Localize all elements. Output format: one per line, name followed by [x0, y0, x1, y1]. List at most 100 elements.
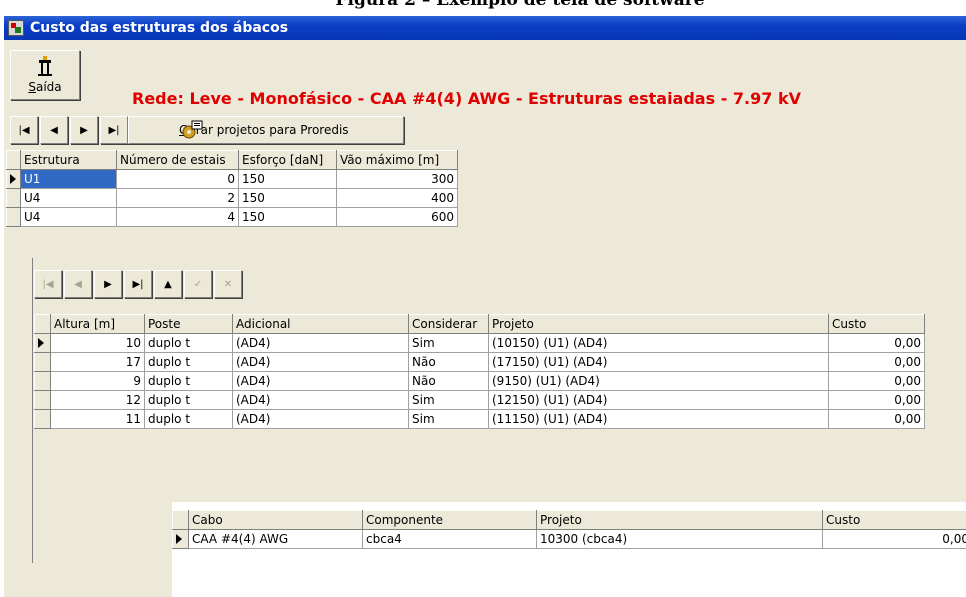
next-record-button[interactable]: ▶	[94, 270, 122, 298]
exit-button[interactable]: Saída	[10, 50, 80, 100]
table-row[interactable]: U1 0 150 300	[6, 169, 458, 189]
next-record-icon: ▶	[80, 124, 88, 136]
generate-projects-button[interactable]: Gerar projetos para Proredis	[128, 116, 404, 144]
table-cell[interactable]: 10	[50, 333, 145, 353]
column-header[interactable]: Cabo	[188, 510, 363, 530]
table-cell[interactable]: (10150) (U1) (AD4)	[488, 333, 829, 353]
table-cell[interactable]: 11	[50, 409, 145, 429]
column-header[interactable]: Vão máximo [m]	[336, 150, 458, 170]
first-record-button[interactable]: |◀	[34, 270, 62, 298]
column-header[interactable]: Adicional	[232, 314, 409, 334]
row-indicator[interactable]	[34, 371, 51, 391]
heights-grid[interactable]: Altura [m] Poste Adicional Considerar Pr…	[34, 314, 925, 429]
column-header[interactable]: Esforço [daN]	[238, 150, 337, 170]
table-cell[interactable]: duplo t	[144, 333, 233, 353]
table-cell[interactable]: 0,00	[828, 409, 925, 429]
table-cell[interactable]: 2	[116, 188, 239, 208]
table-cell[interactable]: CAA #4(4) AWG	[188, 529, 363, 549]
table-cell[interactable]: 10300 (cbca4)	[536, 529, 823, 549]
column-header[interactable]: Poste	[144, 314, 233, 334]
table-cell[interactable]: (AD4)	[232, 371, 409, 391]
table-cell[interactable]: Não	[408, 371, 489, 391]
table-cell[interactable]: 0,00	[828, 390, 925, 410]
table-cell[interactable]: (AD4)	[232, 333, 409, 353]
column-header[interactable]: Projeto	[536, 510, 823, 530]
last-record-button[interactable]: ▶|	[100, 116, 128, 144]
first-record-icon: |◀	[42, 278, 54, 290]
row-indicator[interactable]	[6, 188, 21, 208]
table-cell[interactable]: 0,00	[828, 352, 925, 372]
table-row[interactable]: 11 duplo t (AD4) Sim (11150) (U1) (AD4) …	[34, 409, 925, 429]
table-cell[interactable]: (AD4)	[232, 390, 409, 410]
table-cell[interactable]: 300	[336, 169, 458, 189]
row-indicator[interactable]	[34, 352, 51, 372]
column-header[interactable]: Número de estais	[116, 150, 239, 170]
table-row[interactable]: 10 duplo t (AD4) Sim (10150) (U1) (AD4) …	[34, 333, 925, 353]
window-titlebar[interactable]: Custo das estruturas dos ábacos	[4, 16, 966, 40]
table-cell[interactable]: duplo t	[144, 371, 233, 391]
row-indicator[interactable]	[34, 409, 51, 429]
table-cell[interactable]: duplo t	[144, 390, 233, 410]
table-cell[interactable]: 17	[50, 352, 145, 372]
table-row[interactable]: 17 duplo t (AD4) Não (17150) (U1) (AD4) …	[34, 352, 925, 372]
first-record-button[interactable]: |◀	[10, 116, 38, 144]
table-row[interactable]: 9 duplo t (AD4) Não (9150) (U1) (AD4) 0,…	[34, 371, 925, 391]
row-indicator[interactable]	[6, 207, 21, 227]
table-cell[interactable]: (11150) (U1) (AD4)	[488, 409, 829, 429]
table-row[interactable]: U4 4 150 600	[6, 207, 458, 227]
table-cell[interactable]: (AD4)	[232, 352, 409, 372]
last-record-button[interactable]: ▶|	[124, 270, 152, 298]
table-cell-selected[interactable]: U1	[20, 169, 117, 189]
column-header[interactable]: Projeto	[488, 314, 829, 334]
structures-grid[interactable]: Estrutura Número de estais Esforço [daN]…	[6, 150, 458, 227]
table-cell[interactable]: 0,00	[822, 529, 966, 549]
table-cell[interactable]: (12150) (U1) (AD4)	[488, 390, 829, 410]
table-cell[interactable]: 0,00	[828, 371, 925, 391]
table-row[interactable]: CAA #4(4) AWG cbca4 10300 (cbca4) 0,00	[172, 529, 966, 549]
table-cell[interactable]: 0,00	[828, 333, 925, 353]
table-cell[interactable]: 600	[336, 207, 458, 227]
table-cell[interactable]: 150	[238, 207, 337, 227]
table-cell[interactable]: 150	[238, 188, 337, 208]
table-cell[interactable]: 12	[50, 390, 145, 410]
column-header[interactable]: Estrutura	[20, 150, 117, 170]
prior-record-button[interactable]: ◀	[64, 270, 92, 298]
prior-record-button[interactable]: ◀	[40, 116, 68, 144]
cancel-record-button[interactable]: ✕	[214, 270, 242, 298]
table-row[interactable]: U4 2 150 400	[6, 188, 458, 208]
table-cell[interactable]: U4	[20, 188, 117, 208]
table-cell[interactable]: 4	[116, 207, 239, 227]
table-row[interactable]: 12 duplo t (AD4) Sim (12150) (U1) (AD4) …	[34, 390, 925, 410]
column-header[interactable]: Componente	[362, 510, 537, 530]
table-cell[interactable]: Sim	[408, 409, 489, 429]
table-cell[interactable]: (AD4)	[232, 409, 409, 429]
table-cell[interactable]: (9150) (U1) (AD4)	[488, 371, 829, 391]
row-indicator[interactable]	[34, 390, 51, 410]
table-cell[interactable]: Sim	[408, 390, 489, 410]
column-header[interactable]: Considerar	[408, 314, 489, 334]
column-header[interactable]: Custo	[828, 314, 925, 334]
table-cell[interactable]: (17150) (U1) (AD4)	[488, 352, 829, 372]
next-record-button[interactable]: ▶	[70, 116, 98, 144]
table-cell[interactable]: cbca4	[362, 529, 537, 549]
table-cell[interactable]: Não	[408, 352, 489, 372]
table-cell[interactable]: 150	[238, 169, 337, 189]
table-cell[interactable]: 9	[50, 371, 145, 391]
row-indicator[interactable]	[172, 529, 189, 549]
table-cell[interactable]: 400	[336, 188, 458, 208]
insert-record-button[interactable]: ▲	[154, 270, 182, 298]
column-header[interactable]: Custo	[822, 510, 966, 530]
table-cell[interactable]: 0	[116, 169, 239, 189]
post-record-button[interactable]: ✓	[184, 270, 212, 298]
column-header[interactable]: Altura [m]	[50, 314, 145, 334]
app-icon[interactable]	[8, 20, 24, 36]
table-cell[interactable]: Sim	[408, 333, 489, 353]
cables-grid[interactable]: Cabo Componente Projeto Custo CAA #4(4) …	[172, 510, 966, 549]
row-indicator[interactable]	[34, 333, 51, 353]
table-cell[interactable]: U4	[20, 207, 117, 227]
current-row-pointer-icon	[176, 534, 182, 544]
row-indicator[interactable]	[6, 169, 21, 189]
table-cell[interactable]: duplo t	[144, 352, 233, 372]
heights-header-row: Altura [m] Poste Adicional Considerar Pr…	[34, 314, 925, 334]
table-cell[interactable]: duplo t	[144, 409, 233, 429]
